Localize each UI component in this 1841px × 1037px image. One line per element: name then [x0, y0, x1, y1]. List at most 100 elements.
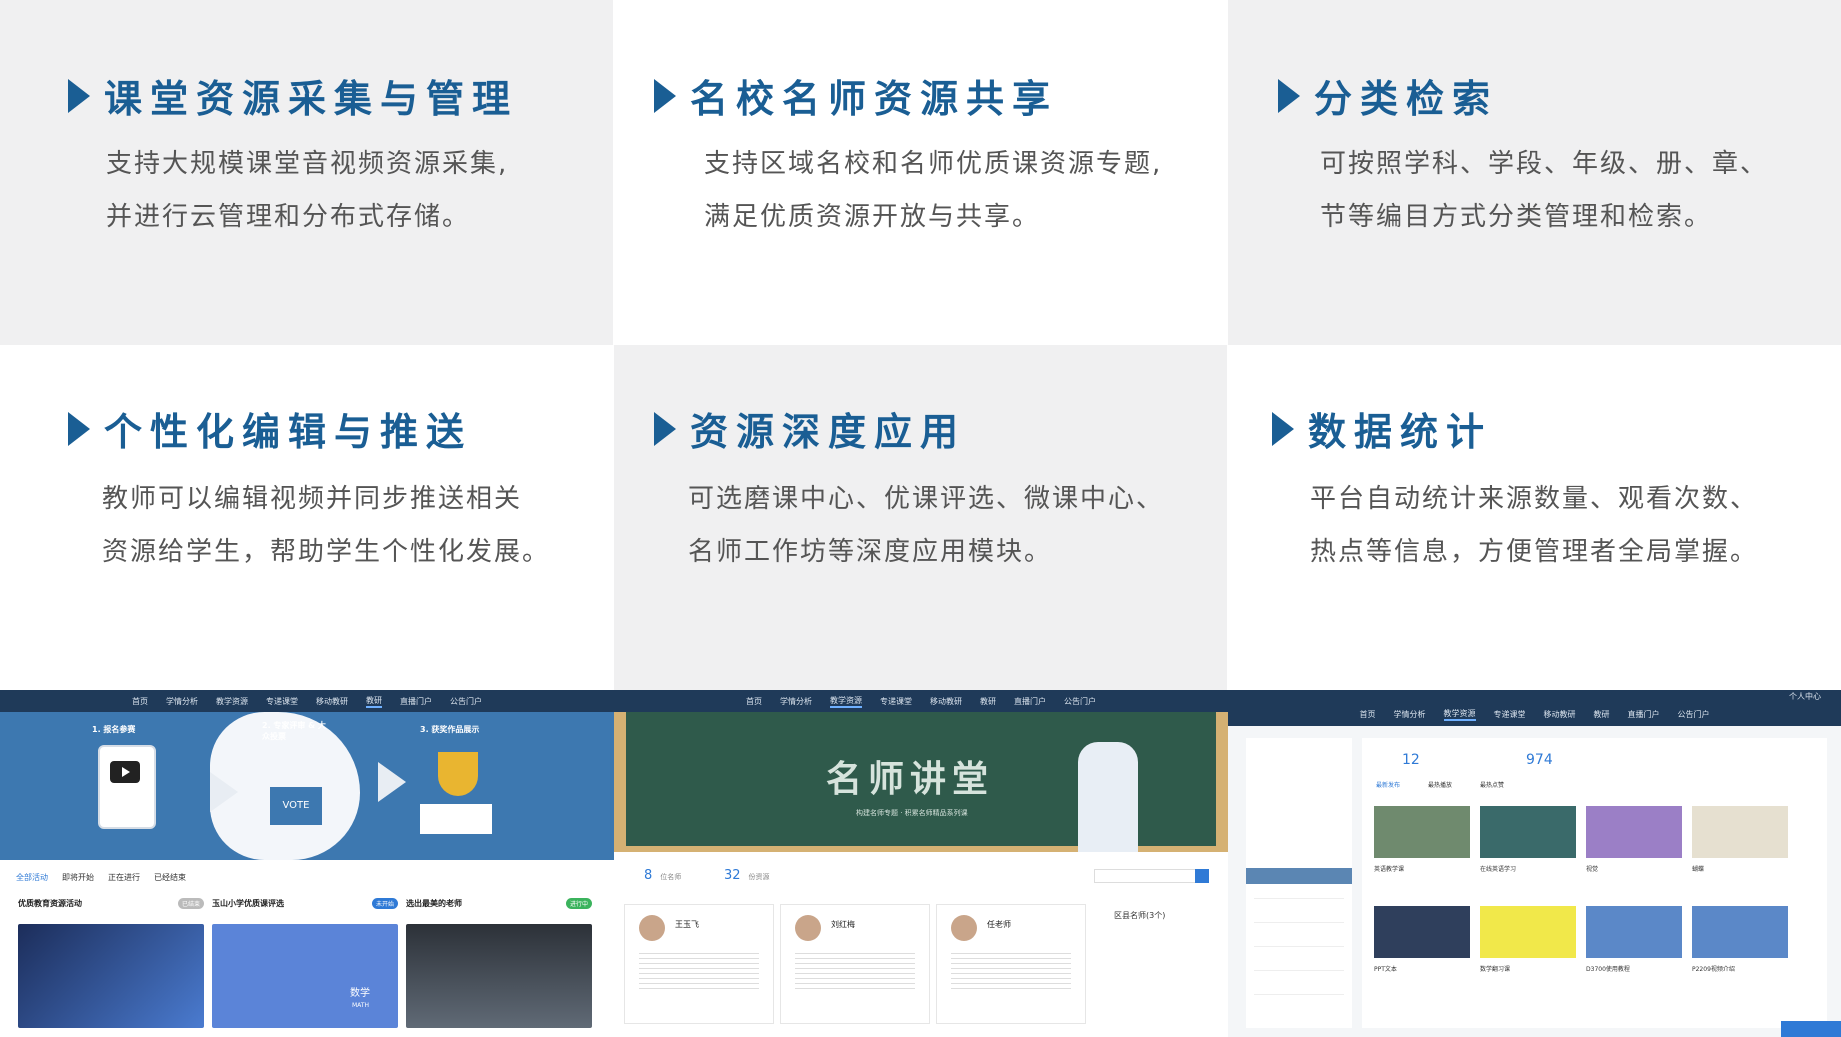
- podium-icon: [420, 804, 492, 834]
- feature-grid: 课堂资源采集与管理 支持大规模课堂音视频资源采集, 并进行云管理和分布式存储。 名…: [0, 0, 1841, 690]
- phone-icon: [98, 745, 156, 829]
- activity-card[interactable]: 选出最美的老师 进行中: [406, 898, 592, 1028]
- avatar: [639, 915, 665, 941]
- nav-analysis[interactable]: 学情分析: [166, 696, 198, 707]
- resource-thumb[interactable]: [1374, 806, 1470, 858]
- resource-thumb[interactable]: [1586, 906, 1682, 958]
- card-image: 数学 MATH: [212, 924, 398, 1028]
- arrow-right-icon: [378, 762, 406, 802]
- feature-title-3: 分类检索: [1278, 68, 1498, 123]
- nav-classroom[interactable]: 专递课堂: [880, 696, 912, 707]
- nav-classroom[interactable]: 专递课堂: [266, 696, 298, 707]
- tab-ended[interactable]: 已经结束: [154, 872, 186, 883]
- feature-cell-5: 资源深度应用 可选磨课中心、优课评选、微课中心、 名师工作坊等深度应用模块。: [614, 345, 1227, 690]
- personal-center-link[interactable]: 个人中心: [1789, 691, 1821, 703]
- top-nav: 个人中心 首页 学情分析 教学资源 专递课堂 移动教研 教研 直播门户 公告门户: [1228, 690, 1841, 726]
- tab-hot-play[interactable]: 最热播放: [1428, 780, 1452, 789]
- resource-thumb[interactable]: [1374, 906, 1470, 958]
- step-1-label: 1. 报名参赛: [92, 725, 136, 734]
- nav-analysis[interactable]: 学情分析: [1394, 709, 1426, 720]
- screenshot-strip: 首页 学情分析 教学资源 专递课堂 移动教研 教研 直播门户 公告门户 1. 报…: [0, 690, 1841, 1037]
- nav-research[interactable]: 教研: [366, 695, 382, 708]
- nav-notice[interactable]: 公告门户: [1678, 709, 1710, 720]
- triangle-icon: [68, 78, 90, 113]
- nav-research[interactable]: 教研: [1594, 709, 1610, 720]
- teacher-figure: [1078, 742, 1138, 852]
- nav-mobile[interactable]: 移动教研: [1544, 709, 1576, 720]
- nav-mobile[interactable]: 移动教研: [930, 696, 962, 707]
- search-icon[interactable]: [1195, 869, 1209, 883]
- feature-desc-3: 可按照学科、学段、年级、册、章、 节等编目方式分类管理和检索。: [1320, 149, 1769, 232]
- teacher-card[interactable]: 刘红梅: [780, 904, 930, 1024]
- activity-banner: 1. 报名参赛 2. 专家评审 & 大众投票 3. 获奖作品展示 VOTE: [0, 712, 614, 860]
- card-image: [18, 924, 204, 1028]
- activity-tabs: 全部活动 即将开始 正在进行 已经结束: [16, 872, 186, 883]
- feature-cell-2: 名校名师资源共享 支持区域名校和名师优质课资源专题, 满足优质资源开放与共享。: [614, 0, 1227, 345]
- nav-live[interactable]: 直播门户: [1014, 696, 1046, 707]
- feature-cell-1: 课堂资源采集与管理 支持大规模课堂音视频资源采集, 并进行云管理和分布式存储。: [0, 0, 613, 345]
- nav-notice[interactable]: 公告门户: [1064, 696, 1096, 707]
- nav-analysis[interactable]: 学情分析: [780, 696, 812, 707]
- triangle-icon: [68, 411, 90, 446]
- teacher-card[interactable]: 任老师: [936, 904, 1086, 1024]
- nav-home[interactable]: 首页: [132, 696, 148, 707]
- nav-home[interactable]: 首页: [746, 696, 762, 707]
- nav-mobile[interactable]: 移动教研: [316, 696, 348, 707]
- triangle-icon: [1278, 78, 1300, 113]
- nav-resources[interactable]: 教学资源: [216, 696, 248, 707]
- trophy-icon: [438, 752, 478, 796]
- resource-thumb[interactable]: [1586, 806, 1682, 858]
- nav-resources[interactable]: 教学资源: [1443, 708, 1476, 721]
- resource-count: 32 份资源: [724, 868, 770, 883]
- tab-ongoing[interactable]: 正在进行: [108, 872, 140, 883]
- feature-desc-1: 支持大规模课堂音视频资源采集, 并进行云管理和分布式存储。: [106, 149, 509, 232]
- resource-main: 12 974 最新发布 最热播放 最热点赞 英语教学课 在线英语学习 视觉 蝴蝶…: [1362, 738, 1827, 1028]
- tab-hot-like[interactable]: 最热点赞: [1480, 780, 1504, 789]
- nav-live[interactable]: 直播门户: [1628, 709, 1660, 720]
- chalkboard-banner: 名师讲堂 构建名师专题 · 积累名师精品系列课: [614, 712, 1228, 852]
- teacher-screenshot: 首页 学情分析 教学资源 专递课堂 移动教研 教研 直播门户 公告门户 名师讲堂…: [614, 690, 1228, 1037]
- tab-latest[interactable]: 最新发布: [1376, 780, 1400, 789]
- nav-classroom[interactable]: 专递课堂: [1494, 709, 1526, 720]
- triangle-icon: [654, 411, 676, 446]
- nav-home[interactable]: 首页: [1360, 709, 1376, 720]
- vote-box-icon: VOTE: [270, 787, 322, 825]
- feature-title-4: 个性化编辑与推送: [68, 401, 472, 456]
- resource-screenshot: 个人中心 首页 学情分析 教学资源 专递课堂 移动教研 教研 直播门户 公告门户…: [1228, 690, 1841, 1037]
- resource-thumb[interactable]: [1692, 906, 1788, 958]
- activity-card[interactable]: 玉山小学优质课评选 未开始 数学 MATH: [212, 898, 398, 1028]
- teacher-card[interactable]: 王玉飞: [624, 904, 774, 1024]
- resource-tabs: 最新发布 最热播放 最热点赞: [1376, 780, 1504, 789]
- board-subtitle: 构建名师专题 · 积累名师精品系列课: [856, 809, 968, 817]
- nav-notice[interactable]: 公告门户: [450, 696, 482, 707]
- feature-title-6: 数据统计: [1272, 401, 1492, 456]
- nav-live[interactable]: 直播门户: [400, 696, 432, 707]
- avatar: [951, 915, 977, 941]
- teacher-count: 8 位名师: [644, 868, 682, 883]
- status-badge: 进行中: [565, 898, 592, 909]
- feature-desc-4: 教师可以编辑视频并同步推送相关 资源给学生，帮助学生个性化发展。: [102, 484, 551, 567]
- step-3-label: 3. 获奖作品展示: [420, 725, 480, 734]
- resource-thumb[interactable]: [1692, 806, 1788, 858]
- tab-all[interactable]: 全部活动: [16, 872, 48, 883]
- feature-desc-2: 支持区域名校和名师优质课资源专题, 满足优质资源开放与共享。: [704, 149, 1163, 232]
- status-badge: 已结束: [177, 898, 204, 909]
- search-input[interactable]: [1094, 869, 1209, 883]
- nav-research[interactable]: 教研: [980, 696, 996, 707]
- activity-card[interactable]: 优质教育资源活动 已结束: [18, 898, 204, 1028]
- triangle-icon: [1272, 411, 1294, 446]
- card-image: [406, 924, 592, 1028]
- arrow-right-icon: [210, 772, 238, 812]
- top-nav: 首页 学情分析 教学资源 专递课堂 移动教研 教研 直播门户 公告门户: [0, 690, 614, 712]
- resource-count: 12: [1402, 752, 1420, 768]
- play-icon: [110, 761, 140, 783]
- feature-title-1: 课堂资源采集与管理: [68, 68, 518, 123]
- feature-cell-3: 分类检索 可按照学科、学段、年级、册、章、 节等编目方式分类管理和检索。: [1228, 0, 1841, 345]
- resource-thumb[interactable]: [1480, 906, 1576, 958]
- nav-resources[interactable]: 教学资源: [830, 695, 862, 708]
- floating-button[interactable]: [1781, 1021, 1841, 1037]
- filter-sidebar: [1246, 738, 1352, 1028]
- tab-upcoming[interactable]: 即将开始: [62, 872, 94, 883]
- feature-title-2: 名校名师资源共享: [654, 68, 1058, 123]
- resource-thumb[interactable]: [1480, 806, 1576, 858]
